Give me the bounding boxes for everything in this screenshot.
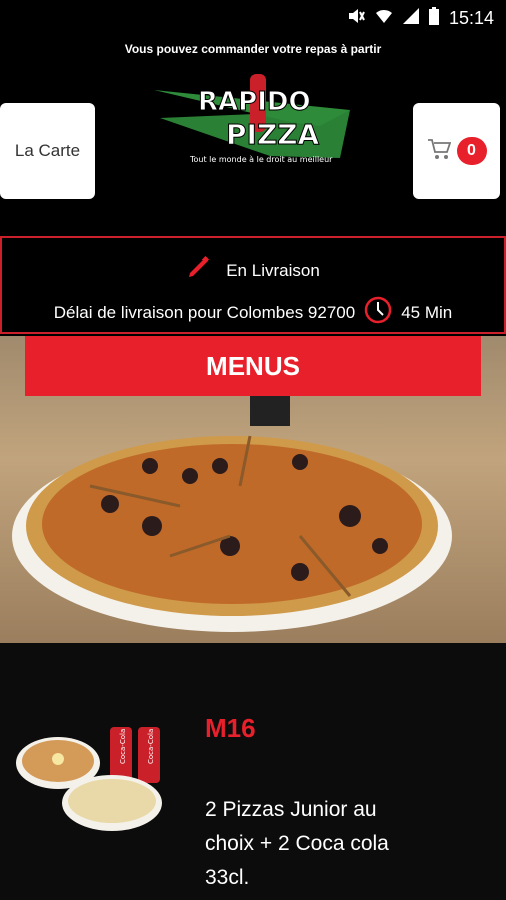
clock-icon (363, 295, 393, 330)
signal-icon (402, 7, 419, 29)
delivery-delay-value: 45 Min (401, 302, 453, 322)
mute-icon (347, 7, 365, 30)
pencil-icon[interactable] (186, 255, 212, 285)
cart-icon (427, 138, 451, 165)
cart-count-badge: 0 (456, 137, 487, 165)
svg-text:Coca-Cola: Coca-Cola (119, 729, 127, 764)
delivery-mode: En Livraison (226, 260, 320, 280)
product-title: M16 (205, 713, 256, 743)
delivery-info-panel[interactable]: En Livraison Délai de livraison pour Col… (0, 236, 506, 334)
la-carte-label: La Carte (14, 141, 81, 160)
info-marquee: Vous pouvez commander votre repas à part… (124, 42, 382, 56)
svg-text:PIZZA: PIZZA (226, 118, 320, 151)
svg-text:Tout le monde à le droit au me: Tout le monde à le droit au meilleur (189, 155, 333, 164)
menus-hero-image: MENUS (0, 336, 506, 643)
delivery-delay-label: Délai de livraison pour Colombes 92700 (53, 302, 356, 322)
svg-text:Coca-Cola: Coca-Cola (147, 729, 155, 764)
product-card[interactable]: Coca-Cola Coca-Cola M16 2 Pizzas Junior … (0, 643, 506, 900)
wifi-icon (375, 7, 393, 30)
svg-text:RAPIDO: RAPIDO (198, 87, 311, 117)
status-bar: 15:14 (0, 0, 506, 36)
product-description: 2 Pizzas Junior au choix + 2 Coca cola 3… (205, 798, 389, 889)
menus-banner-label: MENUS (206, 350, 300, 381)
product-image: Coca-Cola Coca-Cola (14, 723, 174, 833)
la-carte-button[interactable]: La Carte (0, 103, 95, 199)
battery-icon (428, 6, 439, 30)
rapido-pizza-logo: RAPIDO PIZZA Tout le monde à le droit au… (150, 70, 360, 170)
status-time: 15:14 (448, 7, 494, 28)
menus-banner-button[interactable]: MENUS (25, 336, 481, 396)
cart-button[interactable]: 0 (413, 103, 500, 199)
